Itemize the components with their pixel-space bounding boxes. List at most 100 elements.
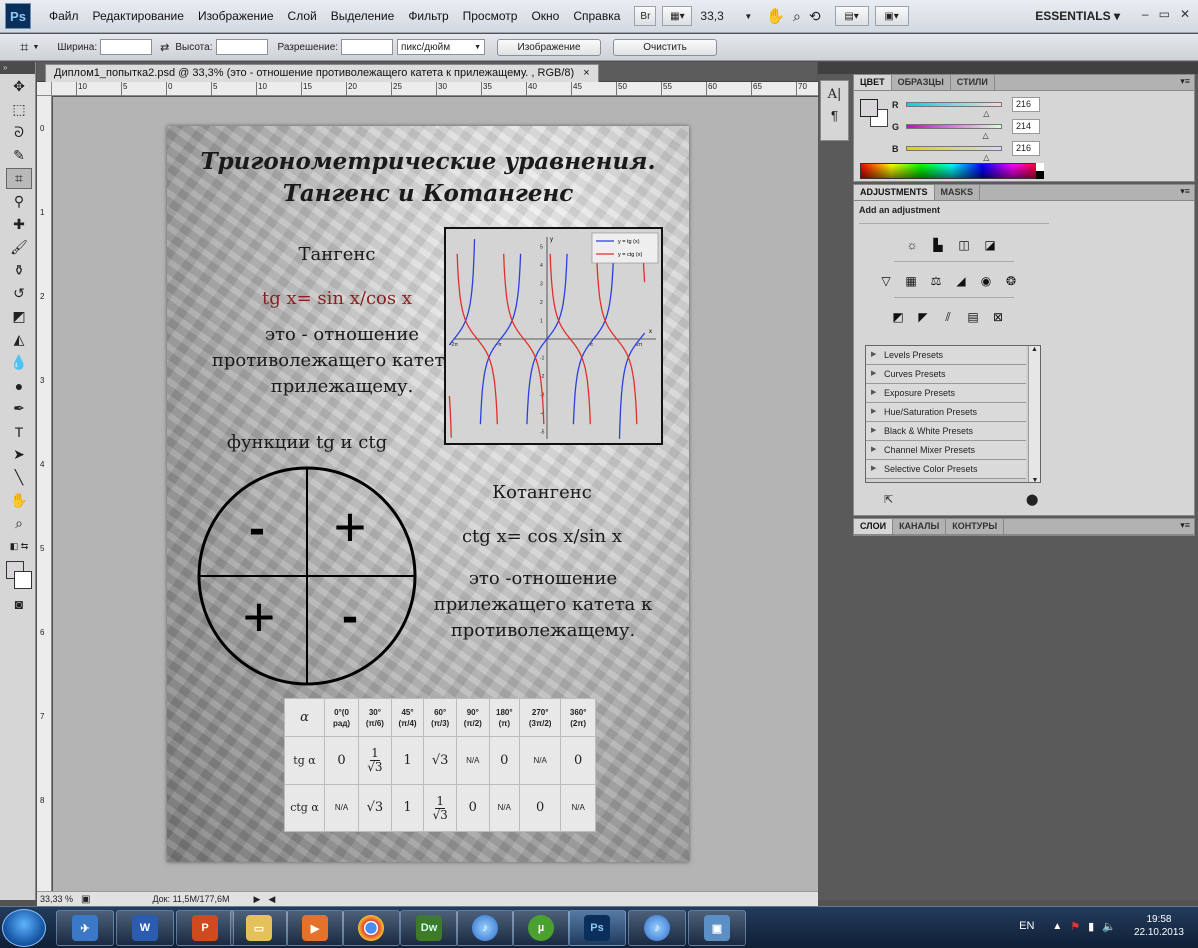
brush-tool-icon[interactable]: 🖌 (6, 237, 32, 258)
quick-mask-icon[interactable]: ◙ (6, 593, 32, 614)
blue-slider[interactable]: △ (906, 146, 1002, 162)
vibrance-icon[interactable]: ▽ (876, 271, 896, 291)
line-tool-icon[interactable]: ╲ (6, 467, 32, 488)
preset-levels[interactable]: Levels Presets (866, 346, 1026, 365)
tab-swatches[interactable]: ОБРАЗЦЫ (892, 75, 951, 90)
green-slider-thumb[interactable]: △ (983, 131, 989, 140)
preset-channel-mixer[interactable]: Channel Mixer Presets (866, 441, 1026, 460)
green-slider-track[interactable] (906, 124, 1002, 129)
taskbar-app-window[interactable]: ▣ (688, 910, 746, 946)
exposure-icon[interactable]: ◪ (980, 235, 1000, 255)
panels-dock-header[interactable] (851, 62, 1198, 74)
selective-color-icon[interactable]: ⊠ (988, 307, 1008, 327)
screen-mode-button[interactable]: ▣▾ (874, 6, 909, 26)
photo-filter-icon[interactable]: ◉ (976, 271, 996, 291)
healing-brush-tool-icon[interactable]: ✚ (6, 214, 32, 235)
lasso-tool-icon[interactable]: ᘐ (6, 122, 32, 143)
zoom-tool-icon[interactable]: ⌕ (793, 8, 801, 25)
action-center-icon[interactable]: ⚑ (1070, 920, 1080, 933)
workspace-switcher[interactable]: ESSENTIALS ▾ (1035, 9, 1120, 23)
status-zoom-field[interactable]: 33,33 % (37, 894, 75, 904)
green-slider[interactable]: △ (906, 124, 1002, 140)
expanded-view-icon[interactable]: ⬤ (1026, 493, 1038, 506)
menu-select[interactable]: Выделение (331, 9, 395, 23)
marquee-tool-icon[interactable]: ⬚ (6, 99, 32, 120)
menu-image[interactable]: Изображение (198, 9, 274, 23)
tab-adjustments[interactable]: ADJUSTMENTS (854, 185, 935, 200)
taskbar-app-chrome[interactable] (342, 910, 400, 946)
status-preview-icon[interactable]: ▣ (81, 894, 90, 905)
dodge-tool-icon[interactable]: ● (6, 375, 32, 396)
red-slider[interactable]: △ (906, 102, 1002, 118)
red-slider-thumb[interactable]: △ (983, 109, 989, 118)
paragraph-panel-icon[interactable]: ¶ (821, 108, 848, 123)
blue-slider-track[interactable] (906, 146, 1002, 151)
tab-paths[interactable]: КОНТУРЫ (946, 519, 1005, 534)
eyedropper-tool-icon[interactable]: ⚲ (6, 191, 32, 212)
mini-bridge-button[interactable]: ▦▾ (662, 6, 693, 26)
taskbar-app-itunes[interactable]: ♪ (456, 910, 514, 946)
panel-menu-icon[interactable]: ▾≡ (1180, 520, 1190, 531)
color-spectrum-ramp[interactable] (860, 163, 1044, 179)
panel-menu-icon[interactable]: ▾≡ (1180, 76, 1190, 87)
status-menu-arrow-icon[interactable]: ▶ (253, 894, 260, 905)
tool-preset-chevron-icon[interactable]: ▼ (32, 44, 39, 51)
network-icon[interactable]: ▮ (1088, 920, 1094, 933)
taskbar-app-folder[interactable]: ▭ (230, 910, 288, 946)
scroll-left-icon[interactable]: ◀ (268, 894, 275, 905)
preset-curves[interactable]: Curves Presets (866, 365, 1026, 384)
start-button[interactable] (2, 909, 46, 947)
blue-slider-thumb[interactable]: △ (983, 153, 989, 162)
clear-button[interactable]: Очистить (613, 38, 718, 56)
show-hidden-icons-icon[interactable]: ▲ (1052, 921, 1062, 932)
pen-tool-icon[interactable]: ✒ (6, 398, 32, 419)
return-to-list-icon[interactable]: ⇱ (884, 493, 893, 506)
menu-help[interactable]: Справка (573, 9, 620, 23)
taskbar-app-powerpoint[interactable]: P (176, 910, 234, 946)
default-colors-icon[interactable]: ◧ ⇆ (6, 536, 32, 557)
red-value-input[interactable]: 216 (1012, 97, 1040, 112)
collapsed-panels-header[interactable] (818, 62, 851, 74)
tab-channels[interactable]: КАНАЛЫ (893, 519, 947, 534)
type-tool-icon[interactable]: T (6, 421, 32, 442)
background-color-swatch[interactable] (14, 571, 32, 589)
panel-menu-icon[interactable]: ▾≡ (1180, 186, 1190, 197)
zoom-level-field[interactable]: 33,3 (700, 9, 742, 23)
threshold-icon[interactable]: ⫽ (938, 307, 958, 327)
preset-exposure[interactable]: Exposure Presets (866, 384, 1026, 403)
invert-icon[interactable]: ◩ (888, 307, 908, 327)
red-slider-track[interactable] (906, 102, 1002, 107)
blue-value-input[interactable]: 216 (1012, 141, 1040, 156)
preset-selective-color[interactable]: Selective Color Presets (866, 460, 1026, 479)
crop-tool-icon[interactable]: ⌗ (20, 39, 28, 56)
chevron-down-icon[interactable]: ▼ (744, 12, 752, 21)
crop-tool-icon[interactable]: ⌗ (6, 168, 32, 189)
taskbar-app-media[interactable]: ▶ (286, 910, 344, 946)
width-input[interactable] (100, 39, 153, 55)
paint-bucket-tool-icon[interactable]: ◭ (6, 329, 32, 350)
close-button[interactable]: ✕ (1180, 7, 1190, 21)
taskbar-app-word[interactable]: W (116, 910, 174, 946)
rotate-view-icon[interactable]: ⟲ (809, 8, 821, 25)
menu-file[interactable]: Файл (49, 9, 79, 23)
menu-filter[interactable]: Фильтр (408, 9, 448, 23)
minimize-button[interactable]: – (1142, 7, 1149, 21)
taskbar-app-explorer[interactable]: ✈ (56, 910, 114, 946)
tab-styles[interactable]: СТИЛИ (951, 75, 995, 90)
taskbar-app-dreamweaver[interactable]: Dw (400, 910, 458, 946)
document-tab[interactable]: Диплом1_попытка2.psd @ 33,3% (это - отно… (45, 64, 599, 82)
color-swatches[interactable] (6, 561, 32, 591)
tab-color[interactable]: ЦВЕТ (854, 75, 892, 90)
status-doc-info[interactable]: Док: 11,5M/177,6M (152, 894, 229, 904)
poster-canvas[interactable]: Тригонометрические уравнения. Тангенс и … (167, 126, 689, 862)
taskbar-app-utorrent[interactable]: µ (512, 910, 570, 946)
presets-scrollbar[interactable]: ▲ ▼ (1028, 346, 1040, 482)
language-indicator[interactable]: EN (1019, 920, 1034, 932)
height-input[interactable] (215, 39, 268, 55)
preset-black-white[interactable]: Black & White Presets (866, 422, 1026, 441)
character-panel-icon[interactable]: A| (821, 87, 848, 102)
tab-masks[interactable]: MASKS (935, 185, 981, 200)
resolution-input[interactable] (341, 39, 394, 55)
zoom-tool-icon[interactable]: ⌕ (6, 513, 32, 534)
curves-icon[interactable]: ◫ (954, 235, 974, 255)
